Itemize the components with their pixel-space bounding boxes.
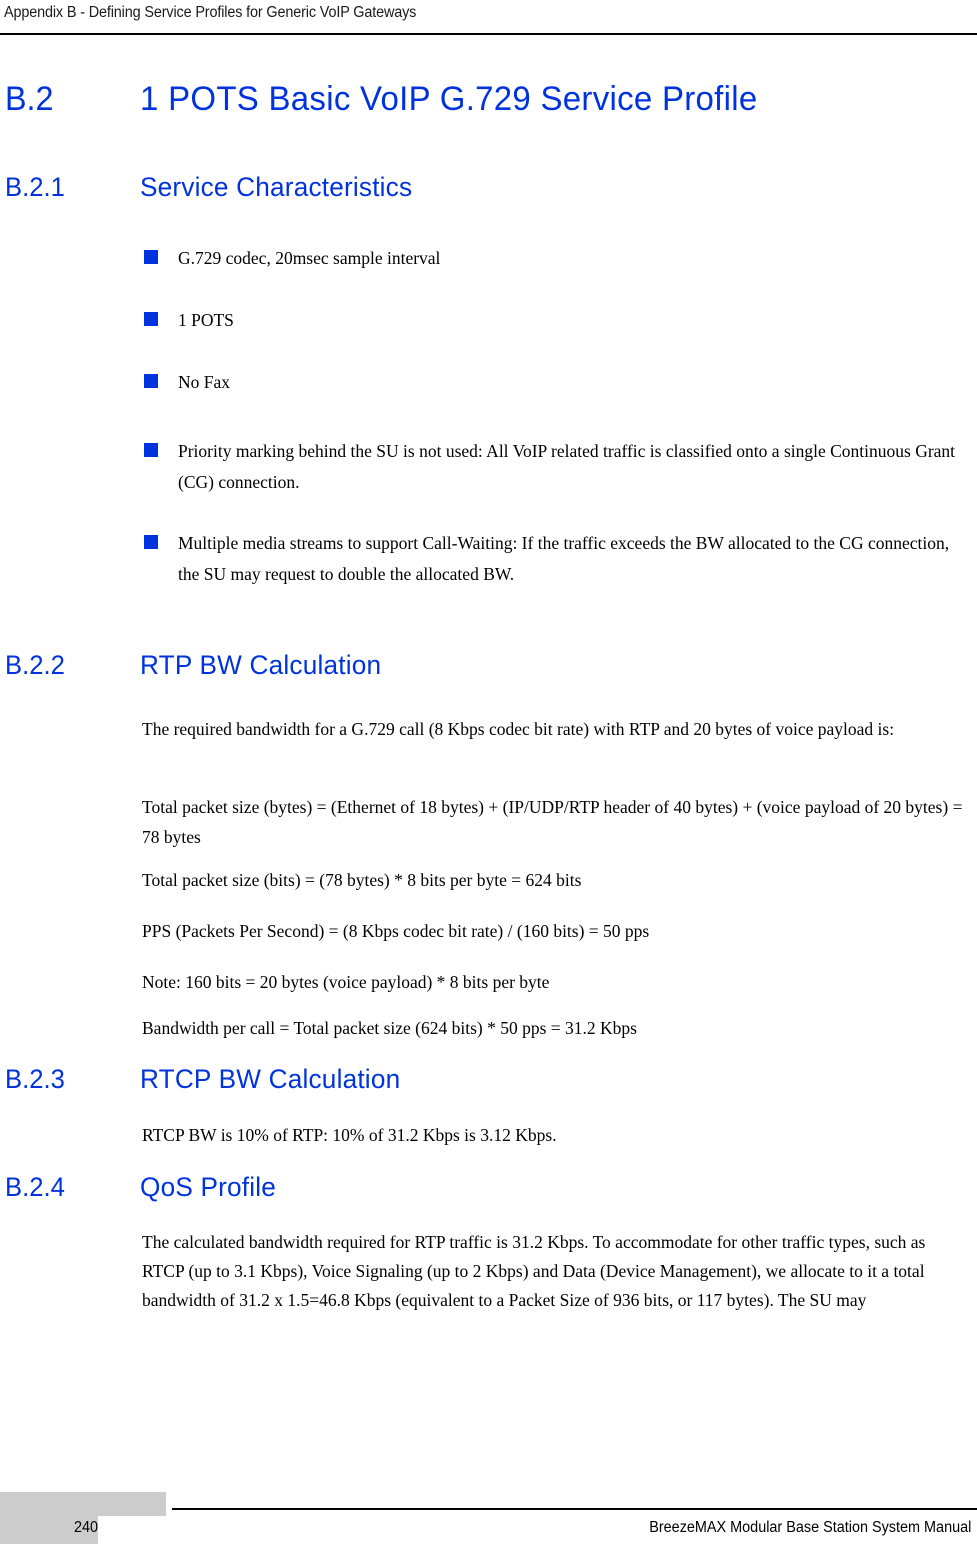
bullet-square-icon: [144, 312, 158, 326]
section-heading-text: QoS Profile: [140, 1172, 277, 1202]
bullet-square-icon: [144, 443, 158, 457]
paragraph: Total packet size (bits) = (78 bytes) * …: [142, 870, 582, 890]
section-number: B.2: [5, 80, 54, 118]
section-number: B.2.3: [5, 1064, 65, 1094]
section-number: B.2.4: [5, 1172, 65, 1202]
bullet-square-icon: [144, 535, 158, 549]
page-footer: 240 BreezeMAX Modular Base Station Syste…: [0, 1480, 977, 1555]
section-number: B.2.1: [5, 172, 65, 202]
list-item-text: Multiple media streams to support Call-W…: [178, 533, 950, 584]
list-item-text: G.729 codec, 20msec sample interval: [178, 248, 441, 268]
paragraph: Note: 160 bits = 20 bytes (voice payload…: [142, 972, 550, 992]
section-heading-text: Service Characteristics: [140, 172, 413, 202]
page-number: 240: [74, 1519, 99, 1536]
footer-rule: [172, 1508, 977, 1510]
header-rule: [0, 33, 977, 35]
paragraph: PPS (Packets Per Second) = (8 Kbps codec…: [142, 921, 650, 941]
section-heading-text: RTCP BW Calculation: [140, 1064, 401, 1094]
running-head-text: Appendix B - Defining Service Profiles f…: [4, 4, 417, 21]
list-item-text: 1 POTS: [178, 310, 234, 330]
section-heading-text: 1 POTS Basic VoIP G.729 Service Profile: [140, 80, 758, 118]
bullet-square-icon: [144, 374, 158, 388]
paragraph: Bandwidth per call = Total packet size (…: [142, 1018, 637, 1038]
list-item-text: No Fax: [178, 372, 231, 392]
bullet-square-icon: [144, 250, 158, 264]
paragraph: RTCP BW is 10% of RTP: 10% of 31.2 Kbps …: [142, 1125, 557, 1145]
paragraph: The calculated bandwidth required for RT…: [142, 1232, 926, 1310]
paragraph: The required bandwidth for a G.729 call …: [142, 719, 895, 739]
page-header: Appendix B - Defining Service Profiles f…: [0, 0, 977, 36]
section-heading-text: RTP BW Calculation: [140, 650, 382, 680]
manual-title: BreezeMAX Modular Base Station System Ma…: [648, 1519, 971, 1536]
section-number: B.2.2: [5, 650, 65, 680]
paragraph: Total packet size (bytes) = (Ethernet of…: [142, 797, 963, 847]
list-item-text: Priority marking behind the SU is not us…: [178, 441, 956, 492]
